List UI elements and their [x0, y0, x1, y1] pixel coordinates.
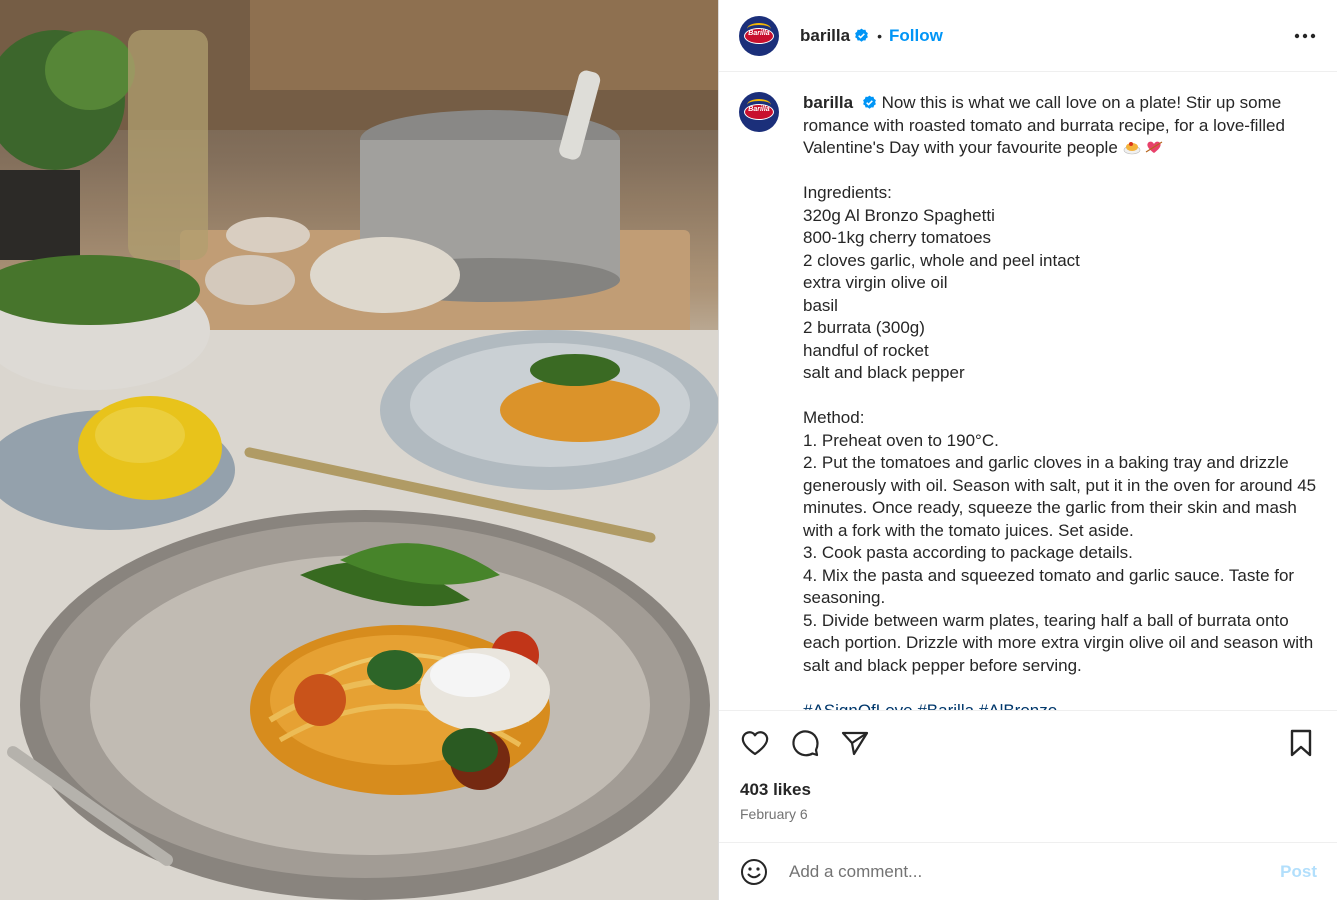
post-comment-button[interactable]: Post [1280, 862, 1317, 882]
heart-icon [741, 731, 769, 756]
ingredient-item: 800-1kg cherry tomatoes [803, 228, 992, 247]
like-button[interactable] [739, 727, 771, 759]
ingredient-item: handful of rocket [803, 340, 929, 360]
comment-input[interactable] [787, 860, 1281, 883]
caption-area[interactable]: Barilla barilla Now this is what we call… [719, 72, 1337, 711]
caption-text: barilla Now this is what we call love on… [803, 92, 1318, 711]
action-bar [719, 711, 1337, 775]
method-step: 4. Mix the pasta and squeezed tomato and… [803, 565, 1299, 608]
instagram-post: Barilla barilla • Follow Barilla barilla… [0, 0, 1337, 900]
caption-username[interactable]: barilla [803, 93, 853, 112]
follow-button[interactable]: Follow [889, 26, 943, 46]
verified-badge-icon [855, 28, 868, 42]
post-image[interactable] [0, 0, 718, 900]
comment-button[interactable] [789, 727, 821, 759]
verified-badge-icon [862, 95, 876, 109]
ingredient-item: 2 burrata (300g) [803, 318, 925, 337]
ingredient-item: 2 cloves garlic, whole and peel intact [803, 250, 1080, 270]
post-side-panel: Barilla barilla • Follow Barilla barilla… [719, 0, 1337, 900]
method-step: 3. Cook pasta according to package detai… [803, 543, 1133, 562]
caption-row: Barilla barilla Now this is what we call… [739, 92, 1318, 711]
ingredient-item: salt and black pepper [803, 363, 965, 382]
avatar[interactable]: Barilla [739, 15, 779, 56]
post-header: Barilla barilla • Follow [719, 0, 1337, 72]
comment-icon [792, 730, 819, 757]
spaghetti-emoji-icon [1123, 142, 1140, 155]
ingredient-item: basil [803, 295, 838, 315]
likes-count[interactable]: 403 likes [719, 777, 1337, 803]
ingredient-item: 320g Al Bronzo Spaghetti [803, 205, 995, 225]
more-options-icon[interactable] [1293, 24, 1317, 48]
method-step: 2. Put the tomatoes and garlic cloves in… [803, 453, 1321, 540]
caption-avatar[interactable]: Barilla [739, 92, 779, 132]
post-date[interactable]: February 6 [719, 803, 1337, 825]
brand-logo-text: Barilla [748, 106, 770, 113]
hashtags[interactable]: #ASignOfLove #Barilla #AlBronzo [803, 701, 1057, 711]
save-button[interactable] [1285, 727, 1317, 759]
heart-arrow-emoji-icon [1145, 141, 1163, 153]
brand-logo-text: Barilla [748, 29, 770, 37]
ingredient-item: extra virgin olive oil [803, 273, 948, 292]
method-step: 5. Divide between warm plates, tearing h… [803, 610, 1318, 675]
pasta-photo [0, 0, 718, 900]
separator-dot: • [877, 27, 882, 44]
method-title: Method: [803, 408, 865, 427]
bookmark-icon [1290, 729, 1312, 757]
method-step: 1. Preheat oven to 190°C. [803, 430, 999, 450]
emoji-icon[interactable] [739, 857, 769, 887]
share-button[interactable] [839, 727, 871, 759]
share-icon [841, 731, 869, 756]
author-username[interactable]: barilla [800, 26, 850, 46]
comment-bar: Post [719, 842, 1337, 900]
ingredients-title: Ingredients: [803, 183, 892, 202]
